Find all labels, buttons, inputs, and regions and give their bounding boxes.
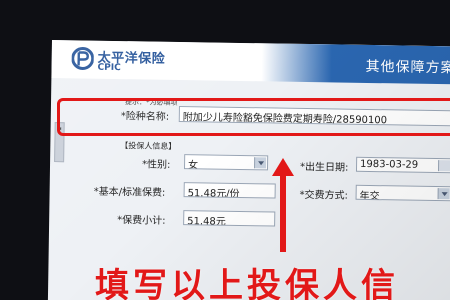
payment-select[interactable]: 年交 (355, 184, 450, 202)
annotation-highlight-box (57, 98, 450, 136)
page-title: 其他保障方案 (365, 58, 450, 77)
birth-date-value: 1983-03-29 (359, 158, 419, 171)
subtotal-label: *保费小计: (117, 215, 166, 227)
calendar-icon[interactable] (437, 160, 450, 172)
premium-field[interactable]: 51.48元/份 (183, 182, 276, 199)
chevron-down-icon[interactable] (254, 157, 267, 169)
gender-select[interactable]: 女 (183, 154, 269, 171)
birth-date-field[interactable]: 1983-03-29 (355, 156, 450, 174)
birth-label: *出生日期: (299, 161, 349, 174)
premium-label: *基本/标准保费: (93, 186, 166, 199)
payment-value: 年交 (359, 190, 380, 202)
annotation-arrow-shaft (280, 172, 286, 252)
cpic-logo-icon (71, 46, 94, 70)
app-header: 太平洋保险 CPIC 其他保障方案 (51, 40, 450, 85)
annotation-instruction: 填写以上投保人信 (95, 266, 399, 300)
gender-label: *性别: (141, 159, 171, 171)
subtotal-field[interactable]: 51.48元 (183, 210, 276, 227)
brand-abbrev: CPIC (97, 62, 121, 74)
section-title: 【投保人信息】 (120, 141, 177, 151)
gender-value: 女 (187, 160, 199, 171)
payment-label: *交费方式: (299, 189, 349, 202)
chevron-down-icon[interactable] (437, 188, 450, 200)
